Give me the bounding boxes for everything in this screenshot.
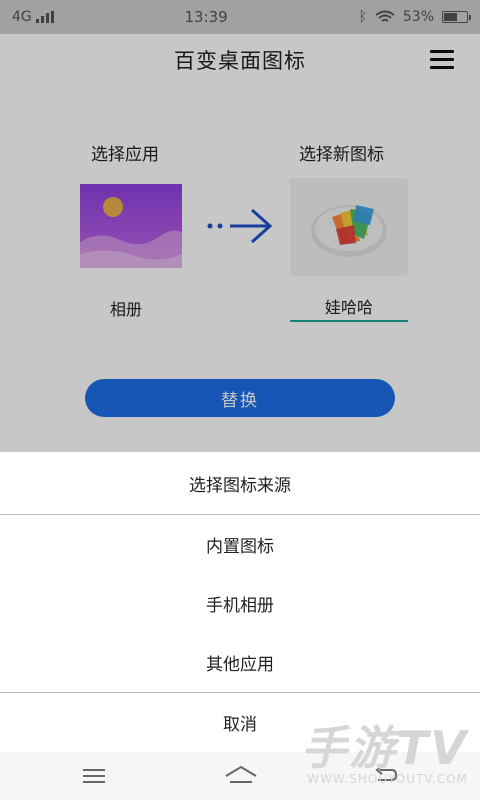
watermark-brand: 手游TV	[301, 721, 468, 775]
menu-nav-icon[interactable]	[80, 764, 108, 788]
option-phone-album[interactable]: 手机相册	[0, 574, 480, 633]
watermark-url: WWW.SHOUYOUTV.COM	[307, 772, 468, 786]
modal-overlay[interactable]	[0, 0, 480, 452]
option-other-apps[interactable]: 其他应用	[0, 633, 480, 692]
sheet-title: 选择图标来源	[0, 452, 480, 515]
icon-source-sheet: 选择图标来源 内置图标 手机相册 其他应用 取消	[0, 452, 480, 752]
home-nav-icon[interactable]	[224, 764, 258, 788]
option-builtin-icons[interactable]: 内置图标	[0, 515, 480, 574]
watermark: 手游TV WWW.SHOUYOUTV.COM	[301, 712, 468, 786]
